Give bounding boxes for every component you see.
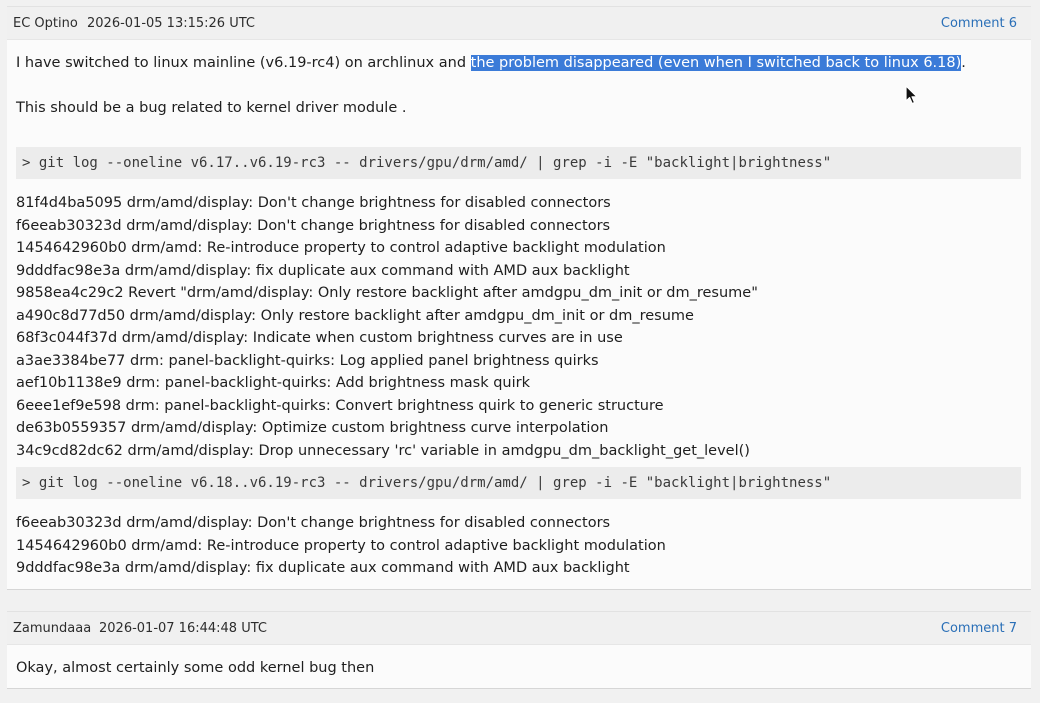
- commit-line: f6eeab30323d drm/amd/display: Don't chan…: [16, 218, 611, 234]
- comment-author[interactable]: Zamundaaa: [13, 621, 91, 636]
- code-command: > git log --oneline v6.17..v6.19-rc3 -- …: [16, 147, 1021, 179]
- comment-header: Zamundaaa 2026-01-07 16:44:48 UTC Commen…: [7, 611, 1031, 645]
- comment-6: EC Optino 2026-01-05 13:15:26 UTC Commen…: [7, 6, 1031, 590]
- selected-text: the problem disappeared (even when I swi…: [470, 55, 962, 71]
- commit-line: aef10b1138e9 drm: panel-backlight-quirks…: [16, 375, 531, 391]
- paragraph-text: .: [961, 55, 966, 71]
- commit-line: 1454642960b0 drm/amd: Re-introduce prope…: [16, 240, 666, 256]
- comment-7: Zamundaaa 2026-01-07 16:44:48 UTC Commen…: [7, 611, 1031, 689]
- commit-line: a490c8d77d50 drm/amd/display: Only resto…: [16, 308, 694, 324]
- commit-line: 9dddfac98e3a drm/amd/display: fix duplic…: [16, 560, 630, 576]
- paragraph-text: I have switched to linux mainline (v6.19…: [16, 55, 471, 71]
- commit-line: 1454642960b0 drm/amd: Re-introduce prope…: [16, 538, 666, 554]
- commit-line: a3ae3384be77 drm: panel-backlight-quirks…: [16, 353, 599, 369]
- commit-line: 81f4d4ba5095 drm/amd/display: Don't chan…: [16, 195, 611, 211]
- commit-line: 34c9cd82dc62 drm/amd/display: Drop unnec…: [16, 443, 750, 459]
- comment-paragraph: I have switched to linux mainline (v6.19…: [16, 53, 966, 73]
- comment-date: 2026-01-05 13:15:26 UTC: [87, 16, 255, 31]
- code-command: > git log --oneline v6.18..v6.19-rc3 -- …: [16, 467, 1021, 499]
- comment-paragraph: This should be a bug related to kernel d…: [16, 100, 407, 116]
- commit-line: f6eeab30323d drm/amd/display: Don't chan…: [16, 515, 611, 531]
- commit-line: 68f3c044f37d drm/amd/display: Indicate w…: [16, 330, 623, 346]
- comment-number-link[interactable]: Comment 6: [941, 16, 1017, 31]
- comment-author[interactable]: EC Optino: [13, 16, 78, 31]
- commit-line: 9dddfac98e3a drm/amd/display: fix duplic…: [16, 263, 630, 279]
- comment-paragraph: Okay, almost certainly some odd kernel b…: [16, 660, 375, 676]
- bug-comments-page: EC Optino 2026-01-05 13:15:26 UTC Commen…: [0, 0, 1040, 703]
- comment-date: 2026-01-07 16:44:48 UTC: [99, 621, 267, 636]
- comment-number-link[interactable]: Comment 7: [941, 621, 1017, 636]
- commit-line: 9858ea4c29c2 Revert "drm/amd/display: On…: [16, 285, 758, 301]
- mouse-pointer-icon: [905, 85, 918, 105]
- commit-line: de63b0559357 drm/amd/display: Optimize c…: [16, 420, 609, 436]
- comment-header: EC Optino 2026-01-05 13:15:26 UTC Commen…: [7, 6, 1031, 40]
- commit-line: 6eee1ef9e598 drm: panel-backlight-quirks…: [16, 398, 664, 414]
